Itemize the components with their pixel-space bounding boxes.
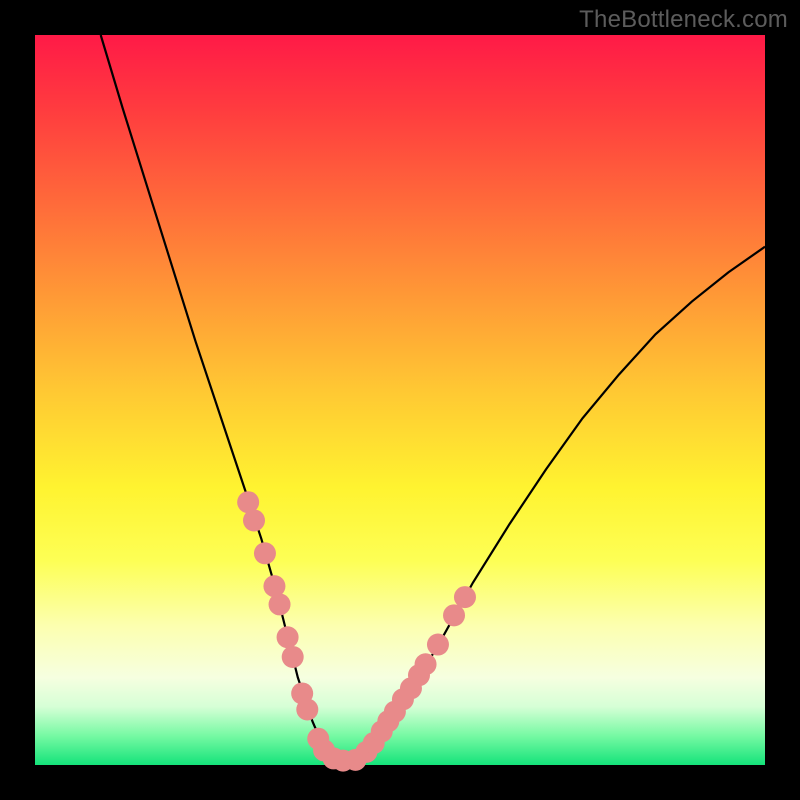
marker-dot [454, 586, 476, 608]
marker-dot [269, 593, 291, 615]
marker-dot [427, 634, 449, 656]
marker-dot [443, 604, 465, 626]
watermark-text: TheBottleneck.com [579, 6, 788, 34]
chart-svg [35, 35, 765, 765]
chart-frame: TheBottleneck.com [0, 0, 800, 800]
marker-dot [296, 699, 318, 721]
marker-dot [277, 626, 299, 648]
marker-dot [282, 646, 304, 668]
marker-dot [254, 542, 276, 564]
marker-dot [415, 653, 437, 675]
marker-dot [243, 509, 265, 531]
marker-layer [237, 491, 476, 771]
